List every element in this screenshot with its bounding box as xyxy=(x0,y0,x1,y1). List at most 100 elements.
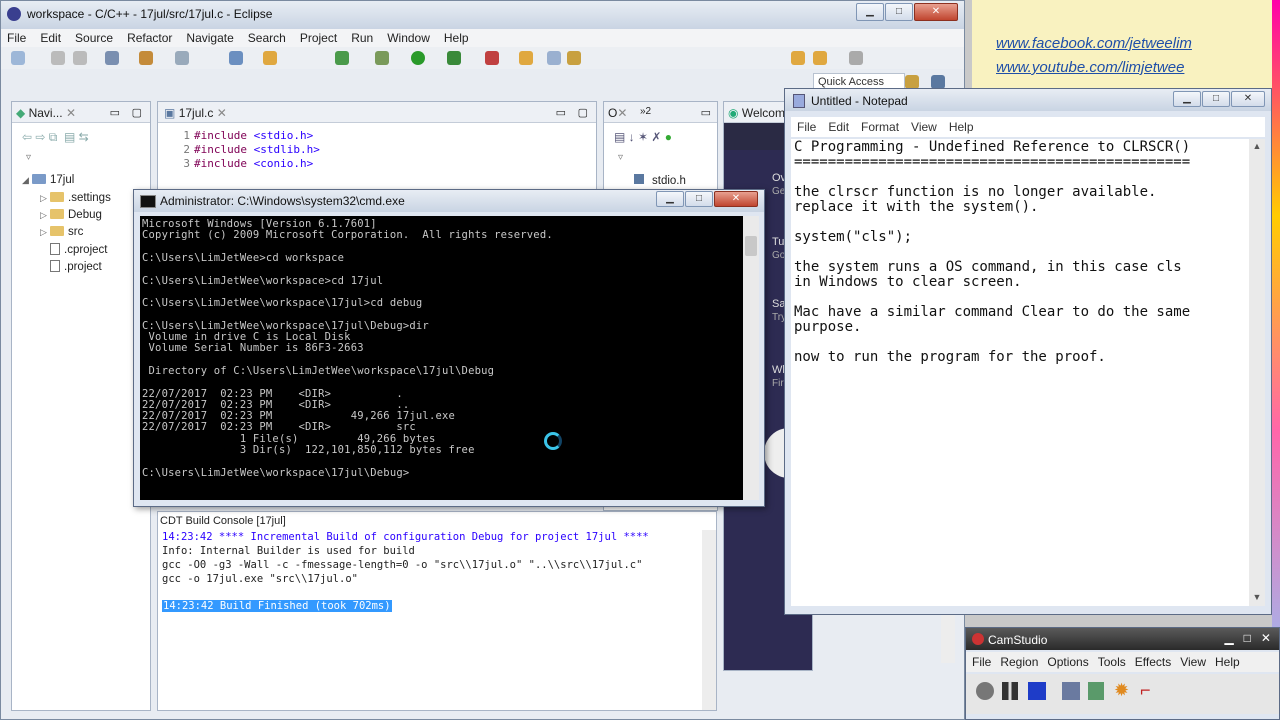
nav-toolbar-icons[interactable]: ⇦ ⇨ ⧉ ▤ ⇆ xyxy=(22,130,89,145)
back-icon[interactable] xyxy=(791,51,805,65)
autopan-icon[interactable]: ⌐ xyxy=(1140,680,1151,701)
outline-minimize-icon[interactable]: ▭ xyxy=(701,106,711,119)
outline-tab[interactable]: O✕ xyxy=(608,106,627,120)
tree-item-cproject[interactable]: .cproject xyxy=(50,243,107,256)
camstudio-window-controls[interactable]: ▁ □ ✕ xyxy=(1224,631,1271,645)
notepad-minimize-button[interactable]: ▁ xyxy=(1173,91,1201,107)
editor-tab-17jul[interactable]: ▣ 17jul.c ✕ xyxy=(164,106,227,120)
np-scroll-down-icon[interactable]: ▼ xyxy=(1251,592,1263,604)
menu-edit[interactable]: Edit xyxy=(40,29,61,47)
np-menu-format[interactable]: Format xyxy=(861,120,899,137)
editor-minimize-icon[interactable]: ▭ xyxy=(556,106,566,119)
cmd-titlebar[interactable]: Administrator: C:\Windows\system32\cmd.e… xyxy=(134,190,764,212)
settings-icon[interactable] xyxy=(105,51,119,65)
notepad-scrollbar[interactable]: ▲ ▼ xyxy=(1249,139,1265,606)
maximize-button[interactable]: □ xyxy=(885,3,913,21)
cs-menu-region[interactable]: Region xyxy=(1000,655,1038,672)
external-tools-icon[interactable] xyxy=(447,51,461,65)
options-gear-icon[interactable]: ✹ xyxy=(1114,680,1129,701)
cs-menu-effects[interactable]: Effects xyxy=(1135,655,1171,672)
search-icon[interactable] xyxy=(547,51,561,65)
more-views-tab[interactable]: »2 xyxy=(640,106,651,117)
cmd-console[interactable]: Microsoft Windows [Version 6.1.7601] Cop… xyxy=(140,216,743,500)
np-scroll-up-icon[interactable]: ▲ xyxy=(1251,141,1263,153)
bug-icon[interactable] xyxy=(375,51,389,65)
back-arrow-icon[interactable] xyxy=(813,51,827,65)
annotation-icon[interactable] xyxy=(1088,682,1104,700)
notepad-maximize-button[interactable]: □ xyxy=(1202,91,1230,107)
notepad-titlebar[interactable]: Untitled - Notepad ▁ □ ✕ xyxy=(785,89,1271,111)
cs-menu-tools[interactable]: Tools xyxy=(1098,655,1126,672)
console-build-finished[interactable]: 14:23:42 Build Finished (took 702ms) xyxy=(162,600,392,612)
cs-menu-help[interactable]: Help xyxy=(1215,655,1240,672)
cmd-scrollbar[interactable] xyxy=(743,216,759,500)
outline-item-stdio[interactable]: stdio.h xyxy=(634,174,686,187)
menu-run[interactable]: Run xyxy=(351,29,373,47)
np-menu-file[interactable]: File xyxy=(797,120,816,137)
project-17jul[interactable]: ◢ 17jul xyxy=(22,174,74,186)
pen-icon[interactable] xyxy=(567,51,581,65)
cs-menu-options[interactable]: Options xyxy=(1047,655,1088,672)
outline-toolbar-icons[interactable]: ▤ ↓ ✶ ✗ ● xyxy=(614,130,672,144)
run-icon[interactable] xyxy=(411,51,425,65)
region-icon[interactable] xyxy=(1062,682,1080,700)
menu-refactor[interactable]: Refactor xyxy=(127,29,172,47)
debug-config-icon[interactable] xyxy=(175,51,189,65)
menu-window[interactable]: Window xyxy=(387,29,430,47)
menu-source[interactable]: Source xyxy=(75,29,113,47)
tree-item-project[interactable]: .project xyxy=(50,260,102,273)
cpp-perspective-icon[interactable] xyxy=(931,75,945,89)
menu-help[interactable]: Help xyxy=(444,29,469,47)
record-icon[interactable] xyxy=(976,682,994,700)
stop-icon[interactable] xyxy=(1028,682,1046,700)
save-all-icon[interactable] xyxy=(73,51,87,65)
np-menu-view[interactable]: View xyxy=(911,120,937,137)
pause-icon[interactable] xyxy=(1002,682,1018,700)
navigator-tab[interactable]: ◆ Navi... ✕ xyxy=(16,106,76,120)
build-icon[interactable] xyxy=(139,51,153,65)
open-type-icon[interactable] xyxy=(519,51,533,65)
forward-arrow-icon[interactable] xyxy=(849,51,863,65)
refresh-icon[interactable] xyxy=(335,51,349,65)
close-button[interactable]: ✕ xyxy=(914,3,958,21)
code-line-2[interactable]: 2 #include <stdlib.h> xyxy=(158,143,319,156)
view-menu-icon[interactable]: ▿ xyxy=(26,152,31,163)
cs-menu-view[interactable]: View xyxy=(1180,655,1206,672)
np-menu-edit[interactable]: Edit xyxy=(828,120,849,137)
tree-item-settings[interactable]: ▷ .settings xyxy=(40,192,111,204)
open-folder-icon[interactable] xyxy=(263,51,277,65)
code-line-1[interactable]: 1 #include <stdio.h> xyxy=(158,129,313,142)
np-menu-help[interactable]: Help xyxy=(949,120,974,137)
minimize-view-icon[interactable]: ▭ xyxy=(110,106,120,119)
cmd-maximize-button[interactable]: □ xyxy=(685,191,713,207)
notepad-close-button[interactable]: ✕ xyxy=(1231,91,1265,107)
perspective-icon[interactable] xyxy=(905,75,919,89)
facebook-link[interactable]: www.facebook.com/jetweelim xyxy=(996,35,1192,52)
console-scrollbar[interactable] xyxy=(702,530,716,710)
welcome-tutorials-frag[interactable]: Tu xyxy=(772,236,784,248)
side-scrollbar[interactable] xyxy=(941,611,955,663)
minimize-button[interactable]: ▁ xyxy=(856,3,884,21)
eclipse-titlebar[interactable]: workspace - C/C++ - 17jul/src/17jul.c - … xyxy=(1,1,964,29)
maximize-view-icon[interactable]: ▢ xyxy=(132,106,142,119)
welcome-tab[interactable]: ◉ Welcom xyxy=(728,106,785,120)
editor-maximize-icon[interactable]: ▢ xyxy=(578,106,588,119)
youtube-link[interactable]: www.youtube.com/limjetwee xyxy=(996,59,1184,76)
cmd-scroll-thumb[interactable] xyxy=(745,236,757,256)
notepad-text-area[interactable]: C Programming - Undefined Reference to C… xyxy=(791,139,1249,606)
menu-search[interactable]: Search xyxy=(248,29,286,47)
cmd-close-button[interactable]: ✕ xyxy=(714,191,758,207)
tree-item-src[interactable]: ▷ src xyxy=(40,226,83,238)
menu-navigate[interactable]: Navigate xyxy=(186,29,233,47)
menu-project[interactable]: Project xyxy=(300,29,337,47)
code-line-3[interactable]: 3 #include <conio.h> xyxy=(158,157,313,170)
save-icon[interactable] xyxy=(51,51,65,65)
outline-menu-icon[interactable]: ▿ xyxy=(618,152,623,163)
tree-item-debug[interactable]: ▷ Debug xyxy=(40,209,102,221)
new-project-icon[interactable] xyxy=(229,51,243,65)
camstudio-titlebar[interactable]: CamStudio ▁ □ ✕ xyxy=(966,628,1279,650)
coverage-icon[interactable] xyxy=(485,51,499,65)
cs-menu-file[interactable]: File xyxy=(972,655,991,672)
cmd-minimize-button[interactable]: ▁ xyxy=(656,191,684,207)
new-icon[interactable] xyxy=(11,51,25,65)
